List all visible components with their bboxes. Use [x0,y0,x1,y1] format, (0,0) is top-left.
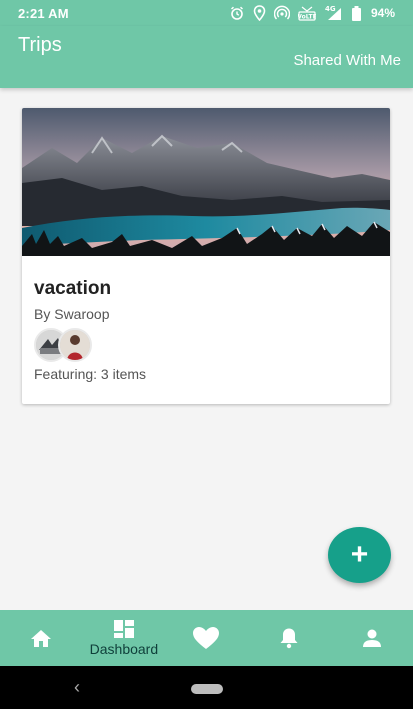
add-trip-button[interactable]: + [328,527,391,583]
battery-icon [351,5,361,21]
trip-card[interactable]: vacation By Swaroop Featuring: 3 items [22,108,390,404]
nav-item-favorites[interactable] [165,610,248,666]
signal-icon: 4G [325,5,341,20]
svg-text:VoLTE: VoLTE [298,14,316,21]
trip-name: vacation [34,278,112,299]
home-gesture-button[interactable] [191,684,223,694]
status-time: 2:21 AM [18,6,69,21]
status-icons: VoLTE 4G 94% [229,5,395,21]
nav-item-profile[interactable] [330,610,413,666]
nav-label-dashboard: Dashboard [89,641,159,657]
nav-item-dashboard[interactable]: Dashboard [83,610,166,666]
participant-avatars [34,328,114,362]
battery-percent: 94% [370,6,395,20]
dashboard-icon [113,620,134,638]
back-button[interactable]: ‹ [74,677,80,698]
shared-with-me-button[interactable]: Shared With Me [293,52,401,69]
trip-owner: By Swaroop [34,306,110,322]
home-icon [31,630,52,647]
bottom-nav: Dashboard [0,610,413,666]
plus-icon: + [350,538,369,571]
volte-icon: VoLTE [298,6,316,21]
heart-icon [193,627,220,649]
person-icon [362,629,381,647]
hotspot-icon [273,5,290,20]
svg-text:4G: 4G [325,5,336,13]
trip-cover-image [22,108,390,256]
status-bar: 2:21 AM VoLTE 4G 94% [0,0,413,26]
avatar [58,328,92,362]
nav-item-notifications[interactable] [248,610,331,666]
screen: 2:21 AM VoLTE 4G 94% Trips Shared With M… [0,0,413,709]
app-bar: Trips Shared With Me [0,26,413,88]
trip-featuring: Featuring: 3 items [34,366,147,382]
nav-item-home[interactable] [0,610,83,666]
system-nav-bar: ‹ [0,666,413,709]
page-title: Trips [18,34,62,56]
bell-icon [280,628,298,649]
location-icon [253,5,266,21]
alarm-icon [230,6,243,20]
